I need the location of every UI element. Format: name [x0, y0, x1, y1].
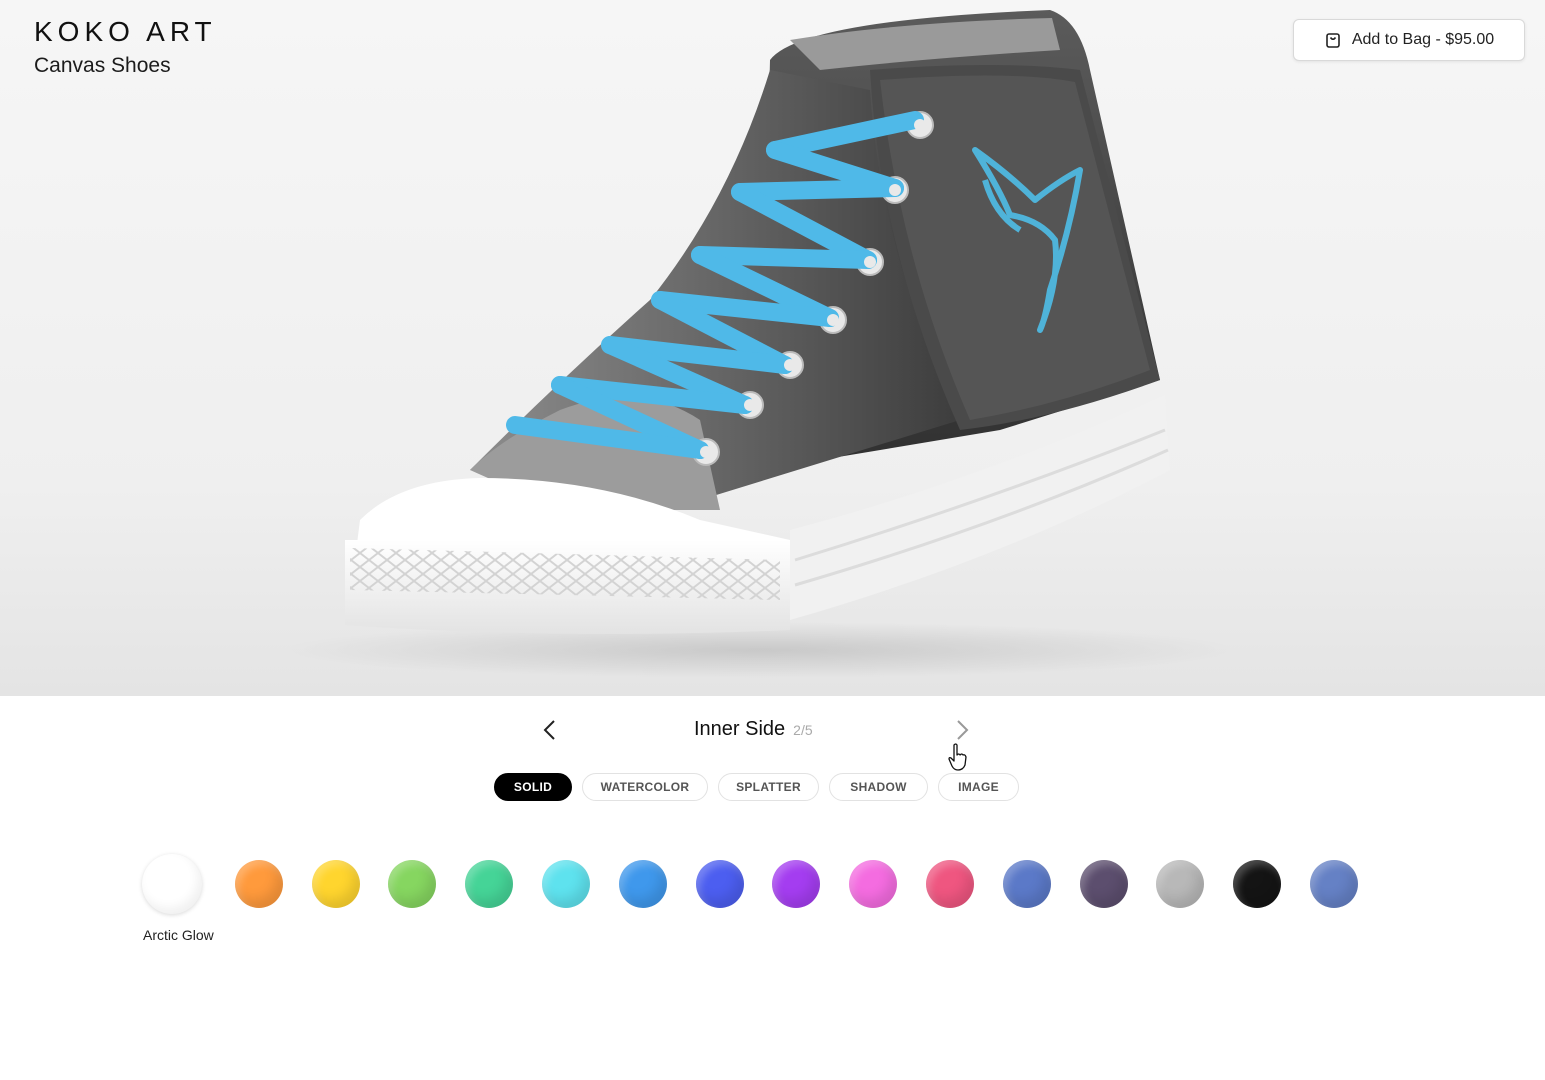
tab-shadow[interactable]: SHADOW [829, 773, 928, 801]
color-swatch[interactable] [234, 860, 283, 908]
brand-block: KOKO ART Canvas Shoes [34, 16, 217, 78]
hand-cursor-icon [948, 743, 967, 771]
chevron-right-icon[interactable] [948, 716, 976, 744]
bag-icon [1326, 33, 1340, 48]
color-swatch[interactable] [142, 854, 202, 914]
color-swatch[interactable] [926, 860, 974, 908]
color-swatch[interactable] [1156, 860, 1205, 908]
shoe-model [280, 10, 1240, 678]
shoe-3d-viewer[interactable]: KOKO ART Canvas Shoes Add to Bag - $95.0… [0, 0, 1545, 696]
tab-splatter[interactable]: SPLATTER [718, 773, 819, 801]
color-swatch[interactable] [1310, 860, 1358, 908]
panel-title: Inner Side 2/5 [694, 718, 813, 741]
chevron-left-icon[interactable] [536, 716, 564, 744]
color-swatch[interactable] [695, 860, 744, 908]
color-swatch[interactable] [772, 860, 821, 908]
panel-name: Inner Side [694, 718, 786, 740]
color-swatch[interactable] [388, 860, 437, 908]
color-swatch[interactable] [542, 860, 590, 908]
add-to-bag-button[interactable]: Add to Bag - $95.00 [1293, 19, 1525, 61]
color-swatch[interactable] [1233, 860, 1282, 908]
panel-counter: 2/5 [793, 722, 813, 738]
tab-watercolor[interactable]: WATERCOLOR [582, 773, 708, 801]
product-name: Canvas Shoes [34, 54, 171, 77]
add-to-bag-label: Add to Bag - $95.00 [1351, 31, 1495, 48]
color-swatch[interactable] [618, 860, 667, 908]
style-tabs: SOLID WATERCOLOR SPLATTER SHADOW IMAGE [494, 773, 1019, 801]
brand-logo-text: KOKO ART [34, 16, 217, 47]
tab-solid[interactable]: SOLID [494, 773, 572, 801]
tab-image[interactable]: IMAGE [938, 773, 1019, 801]
color-swatch[interactable] [1002, 860, 1051, 908]
color-swatch[interactable] [1079, 860, 1128, 908]
panel-navigator: Inner Side 2/5 [0, 712, 1545, 748]
brand-logo[interactable]: KOKO ART [34, 16, 217, 48]
selected-color-name: Arctic Glow [143, 927, 214, 943]
color-swatch[interactable] [465, 860, 514, 908]
color-swatch[interactable] [849, 860, 898, 908]
color-swatch[interactable] [311, 860, 360, 908]
